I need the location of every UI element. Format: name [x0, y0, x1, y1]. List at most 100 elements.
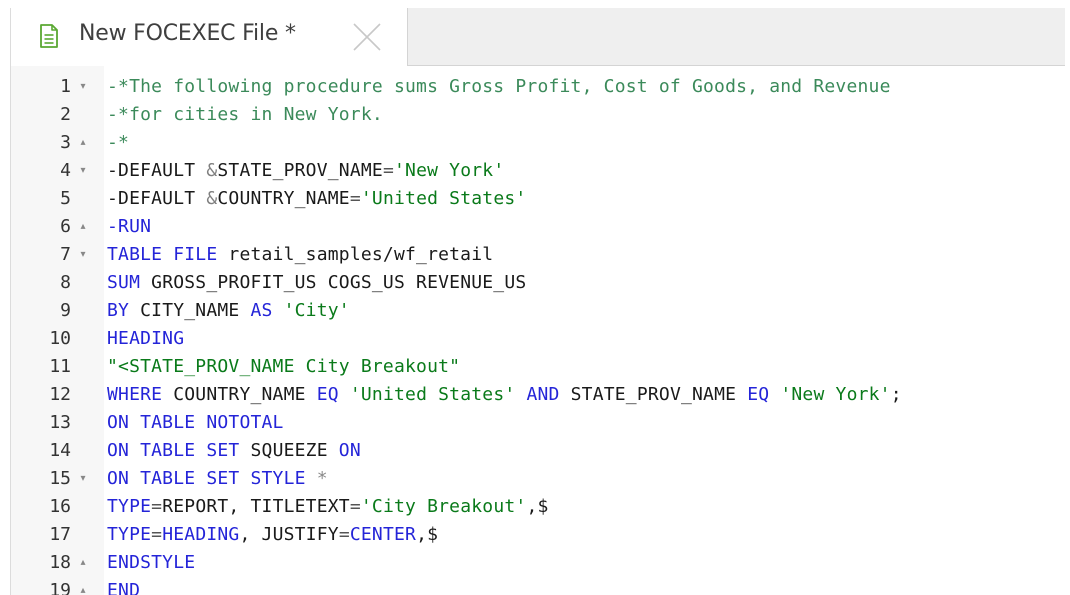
code-token-plain: ,$: [526, 496, 549, 517]
tab-title: New FOCEXEC File *: [79, 21, 296, 46]
line-number: 8: [60, 272, 71, 293]
line-number: 19: [49, 580, 71, 595]
code-token-keyword: ON TABLE NOTOTAL: [107, 412, 284, 433]
line-number: 12: [49, 384, 71, 405]
line-code: BY CITY_NAME AS 'City': [107, 297, 350, 325]
code-line[interactable]: 11 "<STATE_PROV_NAME City Breakout": [11, 353, 1065, 381]
line-code: TYPE=REPORT, TITLETEXT='City Breakout',$: [107, 493, 549, 521]
close-icon[interactable]: [352, 22, 382, 52]
line-number: 15: [49, 468, 71, 489]
fold-end-icon[interactable]: ▴: [76, 549, 90, 577]
code-line[interactable]: 3 ▴ -*: [11, 129, 1065, 157]
line-code: WHERE COUNTRY_NAME EQ 'United States' AN…: [107, 381, 902, 409]
code-token-plain: COUNTRY_NAME: [162, 384, 317, 405]
line-code: ON TABLE NOTOTAL: [107, 409, 284, 437]
line-code: -*: [107, 129, 129, 157]
code-token-keyword: HEADING: [107, 328, 185, 349]
fold-collapse-icon[interactable]: ▾: [76, 73, 90, 101]
code-token-keyword: AS: [250, 300, 273, 321]
code-token-op: =: [382, 160, 394, 181]
code-token-keyword: EQ: [316, 384, 339, 405]
code-token-plain: CITY_NAME: [129, 300, 251, 321]
line-code: END: [107, 577, 140, 595]
line-number: 9: [60, 300, 71, 321]
code-line[interactable]: 14 ON TABLE SET SQUEEZE ON: [11, 437, 1065, 465]
code-token-string: 'United States': [349, 384, 516, 405]
document-icon: [39, 24, 59, 48]
line-code: TYPE=HEADING, JUSTIFY=CENTER,$: [107, 521, 438, 549]
line-code: -DEFAULT &STATE_PROV_NAME='New York': [107, 157, 504, 185]
code-line[interactable]: 5 -DEFAULT &COUNTRY_NAME='United States': [11, 185, 1065, 213]
code-token-plain: ,$: [416, 524, 439, 545]
tab-bar: New FOCEXEC File *: [11, 8, 1065, 66]
code-token-plain: ;: [890, 384, 902, 405]
line-number: 14: [49, 440, 71, 461]
code-line[interactable]: 4 ▾ -DEFAULT &STATE_PROV_NAME='New York': [11, 157, 1065, 185]
fold-end-icon[interactable]: ▴: [76, 577, 90, 595]
code-token-op: =: [349, 496, 361, 517]
code-token-amp: &: [206, 188, 218, 209]
line-number: 2: [60, 104, 71, 125]
code-line[interactable]: 1 ▾ -*The following procedure sums Gross P…: [11, 73, 1065, 101]
code-token-keyword: ON: [338, 440, 361, 461]
line-number: 11: [49, 356, 71, 377]
code-token-op: =: [151, 524, 163, 545]
code-token-keyword: SUM: [107, 272, 141, 293]
code-token-keyword: TYPE: [107, 524, 152, 545]
code-line[interactable]: 6 ▴ -RUN: [11, 213, 1065, 241]
code-line[interactable]: 7 ▾ TABLE FILE retail_samples/wf_retail: [11, 241, 1065, 269]
code-token-string: 'New York': [780, 384, 891, 405]
fold-collapse-icon[interactable]: ▾: [76, 157, 90, 185]
code-token-plain: -DEFAULT: [107, 160, 207, 181]
code-token-op: =: [349, 188, 361, 209]
code-line[interactable]: 18 ▴ ENDSTYLE: [11, 549, 1065, 577]
line-number: 6: [60, 216, 71, 237]
fold-collapse-icon[interactable]: ▾: [76, 465, 90, 493]
fold-end-icon[interactable]: ▴: [76, 213, 90, 241]
fold-end-icon[interactable]: ▴: [76, 129, 90, 157]
line-number: 5: [60, 188, 71, 209]
code-token-amp: &: [206, 160, 218, 181]
code-token-plain: COUNTRY_NAME: [217, 188, 350, 209]
code-line[interactable]: 12 WHERE COUNTRY_NAME EQ 'United States' …: [11, 381, 1065, 409]
code-line[interactable]: 15 ▾ ON TABLE SET STYLE *: [11, 465, 1065, 493]
code-token-string: 'City': [283, 300, 350, 321]
line-number: 10: [49, 328, 71, 349]
line-code: HEADING: [107, 325, 184, 353]
line-number: 18: [49, 552, 71, 573]
line-code: SUM GROSS_PROFIT_US COGS_US REVENUE_US: [107, 269, 526, 297]
code-line[interactable]: 2 -*for cities in New York.: [11, 101, 1065, 129]
code-token-plain: GROSS_PROFIT_US COGS_US REVENUE_US: [140, 272, 527, 293]
code-token-comment: -*: [107, 132, 130, 153]
code-token-plain: retail_samples/wf_retail: [217, 244, 494, 265]
code-token-plain: STATE_PROV_NAME: [559, 384, 748, 405]
code-editor[interactable]: 1 ▾ -*The following procedure sums Gross P…: [11, 66, 1065, 595]
line-code: -*The following procedure sums Gross Pro…: [107, 73, 891, 101]
code-line[interactable]: 9 BY CITY_NAME AS 'City': [11, 297, 1065, 325]
code-line[interactable]: 16 TYPE=REPORT, TITLETEXT='City Breakout'…: [11, 493, 1065, 521]
code-token-keyword: TABLE FILE: [107, 244, 218, 265]
tab-new-focexec-file[interactable]: New FOCEXEC File *: [11, 8, 408, 66]
line-code: -*for cities in New York.: [107, 101, 383, 129]
code-token-comment: -*The following procedure sums Gross Pro…: [107, 76, 891, 97]
code-token-keyword: ON TABLE SET: [107, 440, 240, 461]
line-code: "<STATE_PROV_NAME City Breakout": [107, 353, 460, 381]
code-token-comment: -*for cities in New York.: [107, 104, 383, 125]
code-line[interactable]: 19 ▴ END: [11, 577, 1065, 595]
code-line[interactable]: 10 HEADING: [11, 325, 1065, 353]
line-number: 16: [49, 496, 71, 517]
code-line[interactable]: 8 SUM GROSS_PROFIT_US COGS_US REVENUE_US: [11, 269, 1065, 297]
code-token-op: =: [151, 496, 163, 517]
code-token-star: *: [316, 468, 328, 489]
code-line[interactable]: 17 TYPE=HEADING, JUSTIFY=CENTER,$: [11, 521, 1065, 549]
fold-collapse-icon[interactable]: ▾: [76, 241, 90, 269]
editor-window: New FOCEXEC File * 1 ▾ -*The following pro…: [10, 8, 1065, 595]
code-line[interactable]: 13 ON TABLE NOTOTAL: [11, 409, 1065, 437]
code-token-keyword: TYPE: [107, 496, 152, 517]
line-number: 17: [49, 524, 71, 545]
code-token-plain: -DEFAULT: [107, 188, 207, 209]
code-token-keyword: WHERE: [107, 384, 163, 405]
